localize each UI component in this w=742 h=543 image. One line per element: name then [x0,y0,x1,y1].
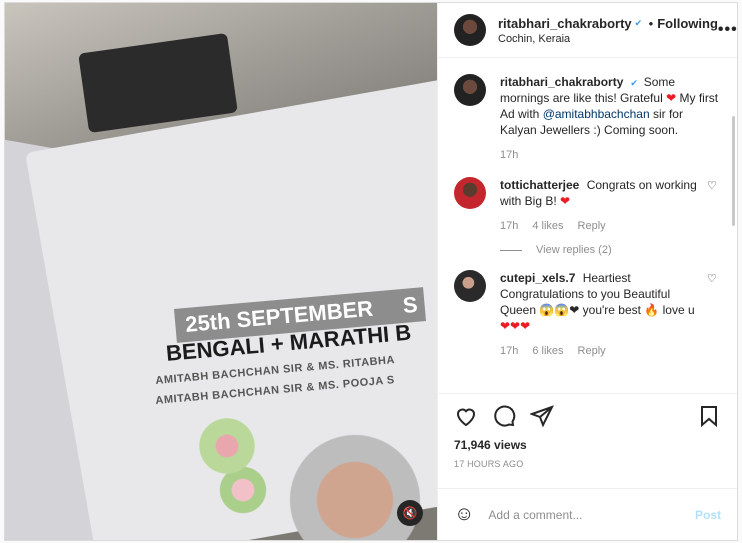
avatar[interactable] [454,177,486,209]
view-replies-label: View replies (2) [536,244,612,256]
verified-badge-icon: ✔ [634,18,643,28]
separator: • [648,15,654,31]
comment-username[interactable]: cutepi_xels.7 [500,271,575,285]
comment-likes[interactable]: 4 likes [532,218,563,234]
caption: ritabhari_chakraborty ✔ Some mornings are… [454,74,721,163]
view-replies-button[interactable]: View replies (2) [500,244,721,256]
avatar[interactable] [454,14,486,46]
scrollbar[interactable] [732,116,735,226]
comment: cutepi_xels.7 Heartiest Congratulations … [454,270,721,359]
comment-text-2: you're best [582,303,641,317]
comment-emojis-1: 😱😱❤ [539,303,580,317]
comment-username[interactable]: tottichatterjee [500,178,579,192]
heart-emoji: ❤ [666,91,677,105]
bookmark-icon[interactable] [697,404,721,431]
reply-button[interactable]: Reply [578,218,606,234]
post-sidebar: ritabhari_chakraborty ✔ • Following Coch… [437,3,737,540]
mention-link[interactable]: @amitabhbachchan [543,107,650,121]
video-media[interactable]: 25th SEPTEMBER S BENGALI + MARATHI B AMIT… [5,3,437,540]
mute-icon[interactable]: 🔇 [397,500,423,526]
post-date[interactable]: 17 HOURS AGO [454,459,721,469]
share-icon[interactable] [529,404,554,431]
caption-username[interactable]: ritabhari_chakraborty [500,75,623,89]
like-heart-icon[interactable]: ♡ [707,177,721,234]
post-dialog: 25th SEPTEMBER S BENGALI + MARATHI B AMIT… [4,2,738,541]
like-heart-icon[interactable]: ♡ [707,270,721,359]
reply-button[interactable]: Reply [578,343,606,359]
post-button[interactable]: Post [695,508,721,522]
heart-emoji: ❤ [560,194,571,208]
avatar[interactable] [454,74,486,106]
comment-likes[interactable]: 6 likes [532,343,563,359]
comment-icon[interactable] [492,404,516,431]
post-actions: 71,946 views 17 HOURS AGO [438,393,737,488]
header-username[interactable]: ritabhari_chakraborty [498,16,632,31]
following-button[interactable]: Following [657,16,718,31]
comment: tottichatterjee Congrats on working with… [454,177,721,234]
avatar[interactable] [454,270,486,302]
caption-time[interactable]: 17h [500,147,518,163]
paper-floral [195,413,275,523]
comment-time[interactable]: 17h [500,343,518,359]
replies-line [500,249,522,251]
comment-text-3: love u [662,303,695,317]
add-comment-bar: ☺ Post [438,488,737,540]
verified-badge-icon: ✔ [630,78,638,88]
comments-list: ritabhari_chakraborty ✔ Some mornings are… [438,58,737,393]
more-options-icon[interactable]: ••• [718,21,738,39]
comment-time[interactable]: 17h [500,218,518,234]
location-link[interactable]: Cochin, Keraia [498,33,718,45]
post-header: ritabhari_chakraborty ✔ • Following Coch… [438,3,737,58]
views-count[interactable]: 71,946 views [454,438,721,452]
emoji-icon[interactable]: ☺ [454,503,474,526]
like-heart-icon[interactable] [454,404,478,431]
comment-emojis-2: ❤❤❤ [500,319,531,333]
comment-input[interactable] [488,507,695,522]
fire-emoji: 🔥 [644,303,660,317]
